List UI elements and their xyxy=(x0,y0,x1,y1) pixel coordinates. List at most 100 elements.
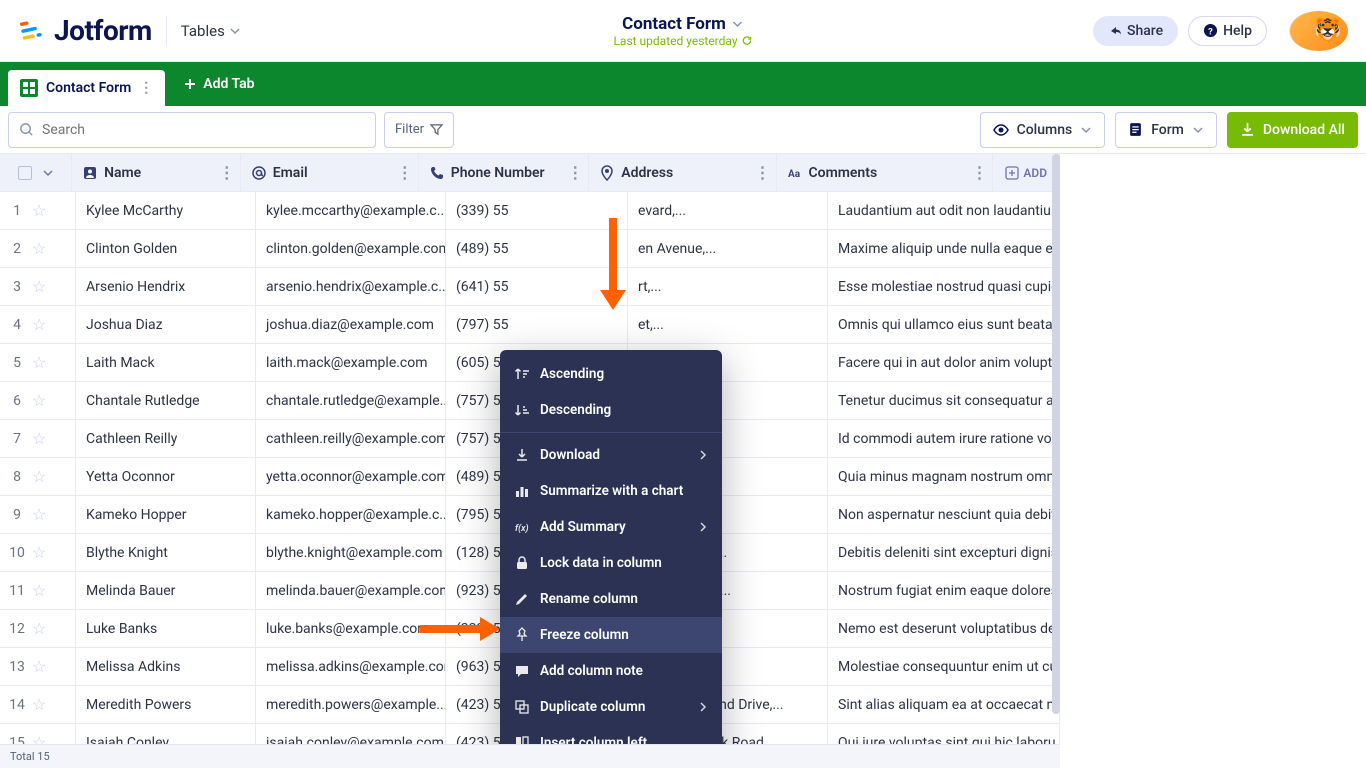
cell-phone[interactable]: (339) 55 xyxy=(446,192,628,229)
cell-comments[interactable]: Esse molestiae nostrud quasi cupidi... xyxy=(828,268,1060,305)
table-row[interactable]: 3☆Arsenio Hendrixarsenio.hendrix@example… xyxy=(0,268,1060,306)
cell-name[interactable]: Blythe Knight xyxy=(76,534,256,571)
cell-comments[interactable]: Facere qui in aut dolor anim volupta... xyxy=(828,344,1060,381)
page-title[interactable]: Contact Form xyxy=(613,14,752,34)
cell-email[interactable]: cathleen.reilly@example.com xyxy=(256,420,446,457)
cell-name[interactable]: Melissa Adkins xyxy=(76,648,256,685)
col-menu-icon[interactable]: ⋮ xyxy=(971,165,986,181)
cell-address[interactable]: en Avenue,... xyxy=(628,230,828,267)
col-header-address[interactable]: Address ⋮ xyxy=(589,154,776,191)
star-icon[interactable]: ☆ xyxy=(32,543,46,562)
cell-name[interactable]: Luke Banks xyxy=(76,610,256,647)
cell-email[interactable]: yetta.oconnor@example.com xyxy=(256,458,446,495)
share-button[interactable]: Share xyxy=(1093,16,1178,46)
search-field[interactable] xyxy=(42,122,365,138)
star-icon[interactable]: ☆ xyxy=(32,581,46,600)
cell-email[interactable]: blythe.knight@example.com xyxy=(256,534,446,571)
table-row[interactable]: 2☆Clinton Goldenclinton.golden@example.c… xyxy=(0,230,1060,268)
cell-name[interactable]: Isaiah Conley xyxy=(76,724,256,744)
star-icon[interactable]: ☆ xyxy=(32,315,46,334)
menu-freeze[interactable]: Freeze column xyxy=(500,617,722,653)
cell-comments[interactable]: Nemo est deserunt voluptatibus de... xyxy=(828,610,1060,647)
cell-email[interactable]: kylee.mccarthy@example.c... xyxy=(256,192,446,229)
cell-name[interactable]: Meredith Powers xyxy=(76,686,256,723)
cell-email[interactable]: melissa.adkins@example.com xyxy=(256,648,446,685)
menu-download[interactable]: Download xyxy=(500,437,722,473)
col-menu-icon[interactable]: ⋮ xyxy=(755,165,770,181)
cell-name[interactable]: Chantale Rutledge xyxy=(76,382,256,419)
cell-email[interactable]: joshua.diaz@example.com xyxy=(256,306,446,343)
star-icon[interactable]: ☆ xyxy=(32,733,46,744)
cell-phone[interactable]: (641) 55 xyxy=(446,268,628,305)
star-icon[interactable]: ☆ xyxy=(32,467,46,486)
cell-name[interactable]: Kylee McCarthy xyxy=(76,192,256,229)
chevron-down-icon[interactable] xyxy=(42,167,54,179)
cell-email[interactable]: meredith.powers@example... xyxy=(256,686,446,723)
cell-comments[interactable]: Quia minus magnam nostrum omni... xyxy=(828,458,1060,495)
scrollbar[interactable] xyxy=(1052,154,1060,714)
table-row[interactable]: 1☆Kylee McCarthykylee.mccarthy@example.c… xyxy=(0,192,1060,230)
cell-comments[interactable]: Non aspernatur nesciunt quia debiti... xyxy=(828,496,1060,533)
cell-email[interactable]: clinton.golden@example.com xyxy=(256,230,446,267)
cell-name[interactable]: Laith Mack xyxy=(76,344,256,381)
cell-comments[interactable]: Molestiae consequuntur enim ut cu... xyxy=(828,648,1060,685)
star-icon[interactable]: ☆ xyxy=(32,695,46,714)
cell-email[interactable]: melinda.bauer@example.com xyxy=(256,572,446,609)
cell-comments[interactable]: Sint alias aliquam ea at occaecat no... xyxy=(828,686,1060,723)
download-all-button[interactable]: Download All xyxy=(1227,112,1358,148)
menu-insert-left[interactable]: Insert column left xyxy=(500,725,722,744)
refresh-icon[interactable] xyxy=(742,35,753,46)
form-button[interactable]: Form xyxy=(1115,112,1217,148)
avatar[interactable]: 🐯 xyxy=(1289,11,1348,51)
star-icon[interactable]: ☆ xyxy=(32,277,46,296)
cell-comments[interactable]: Tenetur ducimus sit consequatur ali... xyxy=(828,382,1060,419)
menu-rename[interactable]: Rename column xyxy=(500,581,722,617)
help-button[interactable]: ? Help xyxy=(1188,16,1267,46)
col-header-comments[interactable]: Aa Comments ⋮ xyxy=(777,154,994,191)
star-icon[interactable]: ☆ xyxy=(32,657,46,676)
menu-lock[interactable]: Lock data in column xyxy=(500,545,722,581)
cell-email[interactable]: kameko.hopper@example.c... xyxy=(256,496,446,533)
cell-address[interactable]: et,... xyxy=(628,306,828,343)
cell-comments[interactable]: Debitis deleniti sint excepturi dignis..… xyxy=(828,534,1060,571)
menu-note[interactable]: Add column note xyxy=(500,653,722,689)
menu-chart[interactable]: Summarize with a chart xyxy=(500,473,722,509)
cell-email[interactable]: luke.banks@example.com xyxy=(256,610,446,647)
cell-comments[interactable]: Laudantium aut odit non laudantiu... xyxy=(828,192,1060,229)
menu-ascending[interactable]: Ascending xyxy=(500,356,722,392)
cell-comments[interactable]: Maxime aliquip unde nulla eaque el... xyxy=(828,230,1060,267)
add-tab-button[interactable]: Add Tab xyxy=(173,76,264,92)
menu-summary[interactable]: f(x)Add Summary xyxy=(500,509,722,545)
cell-name[interactable]: Joshua Diaz xyxy=(76,306,256,343)
cell-name[interactable]: Clinton Golden xyxy=(76,230,256,267)
tab-contact-form[interactable]: Contact Form ⋮ xyxy=(8,70,165,106)
cell-email[interactable]: laith.mack@example.com xyxy=(256,344,446,381)
menu-duplicate[interactable]: Duplicate column xyxy=(500,689,722,725)
tab-menu-icon[interactable]: ⋮ xyxy=(139,80,153,96)
star-icon[interactable]: ☆ xyxy=(32,619,46,638)
select-all-checkbox[interactable] xyxy=(18,166,32,180)
star-icon[interactable]: ☆ xyxy=(32,353,46,372)
col-header-phone[interactable]: Phone Number ⋮ xyxy=(419,154,590,191)
col-menu-icon[interactable]: ⋮ xyxy=(567,165,582,181)
star-icon[interactable]: ☆ xyxy=(32,505,46,524)
col-menu-icon[interactable]: ⋮ xyxy=(397,165,412,181)
cell-comments[interactable]: Qui iure voluptas sint qui hic laboru... xyxy=(828,724,1060,744)
star-icon[interactable]: ☆ xyxy=(32,391,46,410)
cell-phone[interactable]: (489) 55 xyxy=(446,230,628,267)
filter-button[interactable]: Filter xyxy=(384,112,454,148)
cell-name[interactable]: Cathleen Reilly xyxy=(76,420,256,457)
cell-email[interactable]: arsenio.hendrix@example.c... xyxy=(256,268,446,305)
logo[interactable]: Jotform xyxy=(18,14,152,47)
star-icon[interactable]: ☆ xyxy=(32,201,46,220)
col-header-name[interactable]: Name ⋮ xyxy=(72,154,241,191)
col-menu-icon[interactable]: ⋮ xyxy=(219,165,234,181)
star-icon[interactable]: ☆ xyxy=(32,429,46,448)
cell-address[interactable]: rt,... xyxy=(628,268,828,305)
cell-email[interactable]: isaiah.conley@example.com xyxy=(256,724,446,744)
columns-button[interactable]: Columns xyxy=(980,112,1106,148)
cell-comments[interactable]: Nostrum fugiat enim eaque dolores... xyxy=(828,572,1060,609)
search-input[interactable] xyxy=(8,112,376,148)
cell-email[interactable]: chantale.rutledge@example... xyxy=(256,382,446,419)
cell-name[interactable]: Melinda Bauer xyxy=(76,572,256,609)
